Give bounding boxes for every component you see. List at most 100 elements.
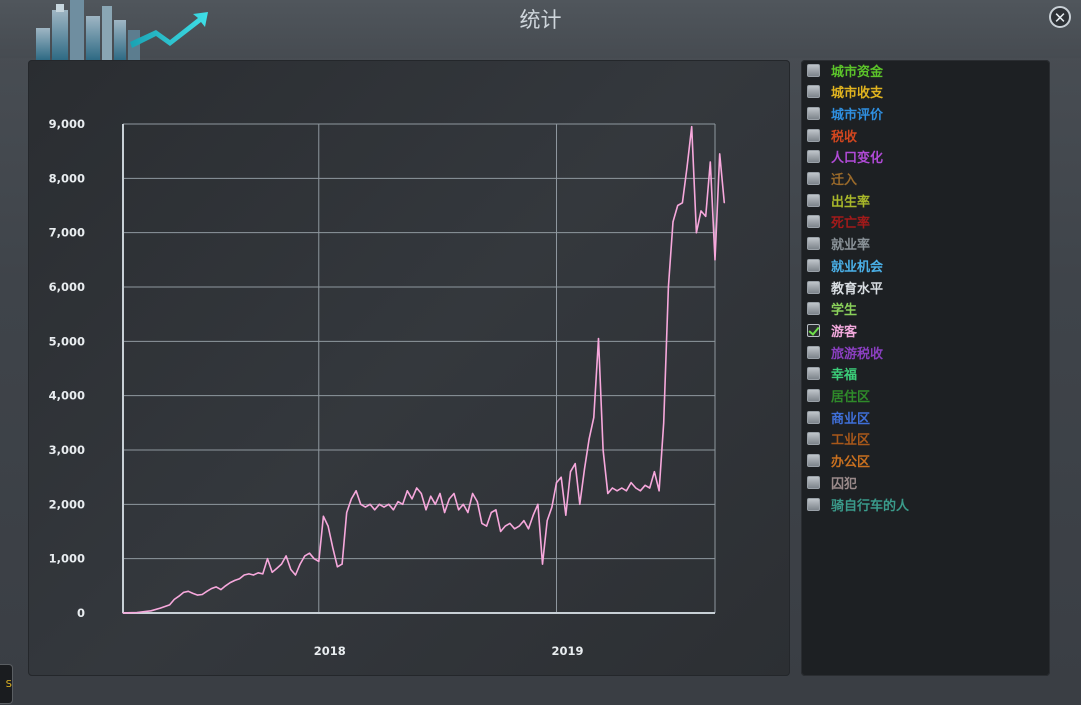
data-point [294,574,297,576]
legend-checkbox[interactable] [807,367,820,381]
legend-item[interactable]: 旅游税收 [807,342,883,362]
data-point [602,449,604,451]
legend-checkbox[interactable] [807,497,820,511]
data-point [234,579,236,582]
legend-checkbox[interactable] [807,237,820,251]
legend-checkbox[interactable] [807,454,820,468]
data-point [625,490,628,492]
data-point [481,522,483,524]
legend-checkbox[interactable] [807,302,820,316]
legend-checkbox[interactable] [807,323,820,337]
legend-checkbox[interactable] [807,280,820,294]
legend-label: 居住区 [831,390,871,405]
data-point [313,558,315,560]
legend-checkbox[interactable] [807,193,820,207]
legend-item[interactable]: 商业区 [807,407,870,427]
legend-checkbox[interactable] [807,410,820,424]
legend-checkbox[interactable] [807,85,820,99]
data-point [541,563,544,565]
legend-item[interactable]: 骑自行车的人 [807,494,909,514]
data-point [364,506,366,508]
legend-checkbox[interactable] [807,63,820,77]
data-point [462,503,464,505]
data-point [709,161,711,163]
legend-item[interactable]: 学生 [807,299,857,319]
legend-item[interactable]: 就业机会 [807,255,883,275]
legend-label: 教育水平 [831,281,884,297]
data-point [537,503,539,505]
legend-checkbox[interactable] [807,150,820,164]
legend-item[interactable]: 城市资金 [807,60,883,80]
data-point [369,503,371,505]
data-point [621,487,623,489]
legend-item[interactable]: 游客 [807,320,857,340]
legend-checkbox[interactable] [807,389,820,402]
legend-item[interactable]: 居住区 [807,386,870,406]
legend-checkbox[interactable] [807,215,820,229]
legend-item[interactable]: 囚犯 [807,472,857,492]
data-point [518,525,520,527]
legend-item[interactable]: 就业率 [807,234,870,254]
data-point [374,509,376,511]
chart-panel: 0 1,000 2,000 3,000 4,000 5,000 6,000 7,000 8,00… [28,60,790,676]
data-point [593,416,595,418]
legend-label: 城市评价 [831,107,884,123]
data-point [448,498,450,500]
data-point [509,522,511,524]
legend-item[interactable]: 教育水平 [807,277,883,297]
legend-label: 人口变化 [831,151,884,167]
legend-checkbox[interactable] [807,475,820,489]
legend-item[interactable]: 税收 [807,125,857,145]
data-point [472,492,474,495]
data-point [686,166,688,169]
legend-item[interactable]: 工业区 [807,429,870,449]
legend-checkbox[interactable] [807,258,820,272]
data-point [579,503,581,505]
legend-checkbox[interactable] [807,172,820,185]
data-point [476,501,478,503]
data-point [719,153,721,155]
y-tick-label: 6,000 [49,280,85,294]
data-point [663,422,665,424]
legend-item[interactable]: 死亡率 [807,212,870,232]
data-point [723,202,725,204]
legend-label: 出生率 [831,194,871,210]
legend-checkbox[interactable] [807,432,820,446]
legend-checkbox[interactable] [807,106,820,120]
legend-item[interactable]: 迁入 [807,169,857,189]
data-point [271,571,273,573]
data-point [285,555,287,557]
data-point [658,490,660,492]
data-point [667,286,669,288]
data-point [262,573,264,575]
data-point [630,482,632,484]
legend-item[interactable]: 幸福 [807,364,857,384]
close-icon[interactable]: ✕ [1049,6,1071,28]
legend-label: 商业区 [831,411,871,427]
window-title: 统计 [519,8,562,32]
legend-checkbox[interactable] [807,345,820,359]
legend-label: 工业区 [831,433,871,449]
legend-label: 税收 [831,129,858,145]
data-point [346,511,348,514]
side-tab[interactable]: S [0,664,13,704]
data-point [178,595,180,597]
data-point [527,528,530,530]
data-point [136,611,138,614]
legend-item[interactable]: 城市收支 [807,82,883,102]
data-point [308,552,311,554]
data-point [224,585,227,587]
y-tick-label: 8,000 [49,171,85,185]
legend-item[interactable]: 人口变化 [807,147,883,167]
legend-checkbox[interactable] [807,128,820,142]
data-point [182,591,185,593]
legend-item[interactable]: 出生率 [807,190,870,210]
data-point [290,568,292,571]
data-point [173,598,175,601]
y-tick-label: 9,000 [49,117,85,131]
legend-label: 游客 [831,324,858,340]
legend-item[interactable]: 办公区 [807,451,870,471]
tourists-line-chart: 0 1,000 2,000 3,000 4,000 5,000 6,000 7,000 8,00… [49,117,726,658]
legend-item[interactable]: 城市评价 [807,103,883,123]
data-point [705,215,707,217]
